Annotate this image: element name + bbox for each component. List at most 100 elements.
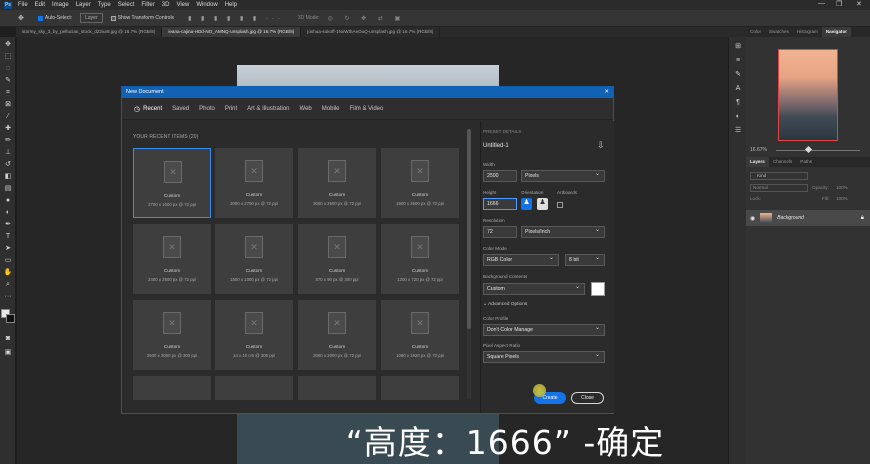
auto-select-checkbox[interactable] — [37, 15, 43, 21]
layer-row[interactable]: ◉ Background 🔒︎ — [746, 210, 870, 226]
preset-card[interactable]: ✕ Custom 1500 x 1000 px @ 72 ppi — [215, 224, 293, 294]
history-brush-icon[interactable]: ↺ — [3, 161, 13, 169]
brush-settings-icon[interactable]: ✎ — [733, 71, 743, 79]
preset-card[interactable]: ✕ Custom 2600 x 3000 px @ 300 ppi — [133, 300, 211, 370]
path-select-icon[interactable]: ➤ — [3, 245, 13, 253]
align-icons[interactable]: ▮ ▮ ▮ ▮ ▮ ▮ ··· — [188, 15, 284, 22]
preset-card-partial[interactable] — [215, 376, 293, 400]
3d-mode-icons[interactable]: ◎ ↻ ✥ ⇄ ▣ — [328, 15, 406, 22]
bit-depth-select[interactable]: 8 bit — [565, 254, 605, 266]
character-panel-icon[interactable]: A — [733, 85, 743, 93]
tab-histogram[interactable]: Histogram — [793, 27, 822, 37]
pixel-aspect-ratio-select[interactable]: Square Pixels — [483, 351, 605, 363]
tab-swatches[interactable]: Swatches — [765, 27, 793, 37]
tab-channels[interactable]: Channels — [769, 157, 796, 167]
menu-help[interactable]: Help — [225, 2, 237, 8]
preset-card[interactable]: ✕ Custom 2700 x 1000 px @ 72 ppi — [133, 148, 211, 218]
tab-color[interactable]: Color — [746, 27, 765, 37]
paragraph-panel-icon[interactable]: ¶ — [733, 99, 743, 107]
menu-window[interactable]: Window — [196, 2, 217, 8]
resolution-unit-select[interactable]: Pixels/Inch — [521, 226, 605, 238]
preset-card[interactable]: ✕ Custom 14 x 10 cm @ 300 ppi — [215, 300, 293, 370]
preset-name-field[interactable]: Untitled-1 — [483, 143, 509, 149]
menu-image[interactable]: Image — [52, 2, 69, 8]
preset-card-partial[interactable] — [381, 376, 459, 400]
preset-card[interactable]: ✕ Custom 1080 x 1920 px @ 72 ppi — [381, 300, 459, 370]
background-color-swatch[interactable] — [591, 282, 605, 296]
fill-value[interactable]: 100% — [836, 196, 848, 201]
tab-document-3[interactable]: joshua-sukoff-1NxWthAeOuQ-unsplash.jpg @… — [301, 27, 441, 37]
zoom-slider-handle[interactable] — [804, 145, 813, 154]
background-contents-select[interactable]: Custom — [483, 283, 585, 295]
menu-select[interactable]: Select — [118, 2, 135, 8]
color-profile-select[interactable]: Don't Color Manage — [483, 324, 605, 336]
menu-type[interactable]: Type — [98, 2, 111, 8]
tab-mobile[interactable]: Mobile — [322, 106, 340, 112]
marquee-icon[interactable]: ⬚ — [3, 53, 13, 61]
preset-card[interactable]: ✕ Custom 1900 x 2600 px @ 72 ppi — [381, 148, 459, 218]
preset-card[interactable]: ✕ Custom 1200 x 720 px @ 72 ppi — [381, 224, 459, 294]
blend-mode-select[interactable]: Normal — [750, 184, 808, 192]
height-input[interactable]: 1666 — [483, 198, 517, 210]
layer-kind-filter[interactable]: Kind — [750, 172, 808, 180]
zoom-icon[interactable]: ⌕ — [3, 281, 13, 289]
crop-icon[interactable]: ⌗ — [3, 89, 13, 97]
show-transform-checkbox[interactable] — [110, 15, 116, 21]
minimize-icon[interactable]: — — [818, 0, 825, 7]
menu-file[interactable]: File — [18, 2, 28, 8]
tab-recent[interactable]: Recent — [143, 106, 162, 112]
screen-mode-icon[interactable]: ▣ — [3, 349, 13, 357]
more-tools-icon[interactable]: ··· — [3, 293, 13, 301]
artboards-checkbox[interactable] — [557, 202, 563, 208]
preset-card[interactable]: ✕ Custom 570 x 90 px @ 300 ppi — [298, 224, 376, 294]
tab-photo[interactable]: Photo — [199, 106, 215, 112]
libraries-panel-icon[interactable]: ☰ — [733, 127, 743, 135]
tab-web[interactable]: Web — [300, 106, 312, 112]
brush-icon[interactable]: ✏ — [3, 137, 13, 145]
properties-panel-icon[interactable]: ≡ — [733, 57, 743, 65]
width-input[interactable]: 2500 — [483, 170, 517, 182]
color-mode-select[interactable]: RGB Color — [483, 254, 559, 266]
layer-name[interactable]: Background — [777, 215, 804, 221]
menu-view[interactable]: View — [176, 2, 189, 8]
zoom-level[interactable]: 16.67% — [750, 147, 767, 153]
history-panel-icon[interactable]: ⊞ — [733, 43, 743, 51]
window-close-icon[interactable]: ✕ — [856, 0, 862, 8]
portrait-orientation-icon[interactable]: ♟ — [521, 198, 532, 210]
tab-art-illustration[interactable]: Art & Illustration — [247, 106, 289, 112]
tab-navigator[interactable]: Navigator — [821, 27, 852, 37]
zoom-slider[interactable] — [776, 150, 860, 151]
move-icon[interactable]: ✥ — [3, 41, 13, 49]
width-unit-select[interactable]: Pixels — [521, 170, 605, 182]
gradient-icon[interactable]: ▤ — [3, 185, 13, 193]
menu-layer[interactable]: Layer — [76, 2, 91, 8]
auto-select-target-dropdown[interactable]: Layer — [80, 13, 103, 23]
hand-icon[interactable]: ✋ — [3, 269, 13, 277]
tab-print[interactable]: Print — [225, 106, 237, 112]
preset-card-partial[interactable] — [298, 376, 376, 400]
tab-document-2[interactable]: ieana-cajina-HDd-NO_AMNQ-unsplash.jpg @ … — [162, 27, 302, 37]
tab-document-1[interactable]: stormy_sky_3_by_pellucian_stock_d22iur8.… — [16, 27, 163, 37]
restore-icon[interactable]: ❐ — [836, 0, 842, 8]
preset-card-partial[interactable] — [133, 376, 211, 400]
tab-layers[interactable]: Layers — [746, 157, 769, 167]
presets-scroll-thumb[interactable] — [467, 129, 471, 329]
advanced-options-toggle[interactable]: ⌄ Advanced Options — [483, 302, 527, 307]
type-icon[interactable]: T — [3, 233, 13, 241]
stamp-icon[interactable]: ⊥ — [3, 149, 13, 157]
eyedropper-icon[interactable]: ⁄ — [3, 113, 13, 121]
menu-3d[interactable]: 3D — [162, 2, 170, 8]
preset-card[interactable]: ✕ Custom 2400 x 2500 px @ 72 ppi — [133, 224, 211, 294]
quick-select-icon[interactable]: ✎ — [3, 77, 13, 85]
pen-icon[interactable]: ✒ — [3, 221, 13, 229]
opacity-value[interactable]: 100% — [836, 185, 848, 190]
navigator-preview[interactable] — [778, 49, 838, 141]
preset-card[interactable]: ✕ Custom 2000 x 2000 px @ 72 ppi — [298, 300, 376, 370]
move-tool-icon[interactable]: ✥ — [18, 14, 24, 22]
tab-paths[interactable]: Paths — [796, 157, 816, 167]
adjustments-panel-icon[interactable]: ◐ — [733, 113, 743, 121]
quick-mask-icon[interactable]: ◙ — [3, 335, 13, 343]
dodge-icon[interactable]: ◐ — [3, 209, 13, 217]
close-button[interactable]: Close — [571, 392, 604, 404]
dialog-close-icon[interactable]: ✕ — [604, 89, 609, 96]
